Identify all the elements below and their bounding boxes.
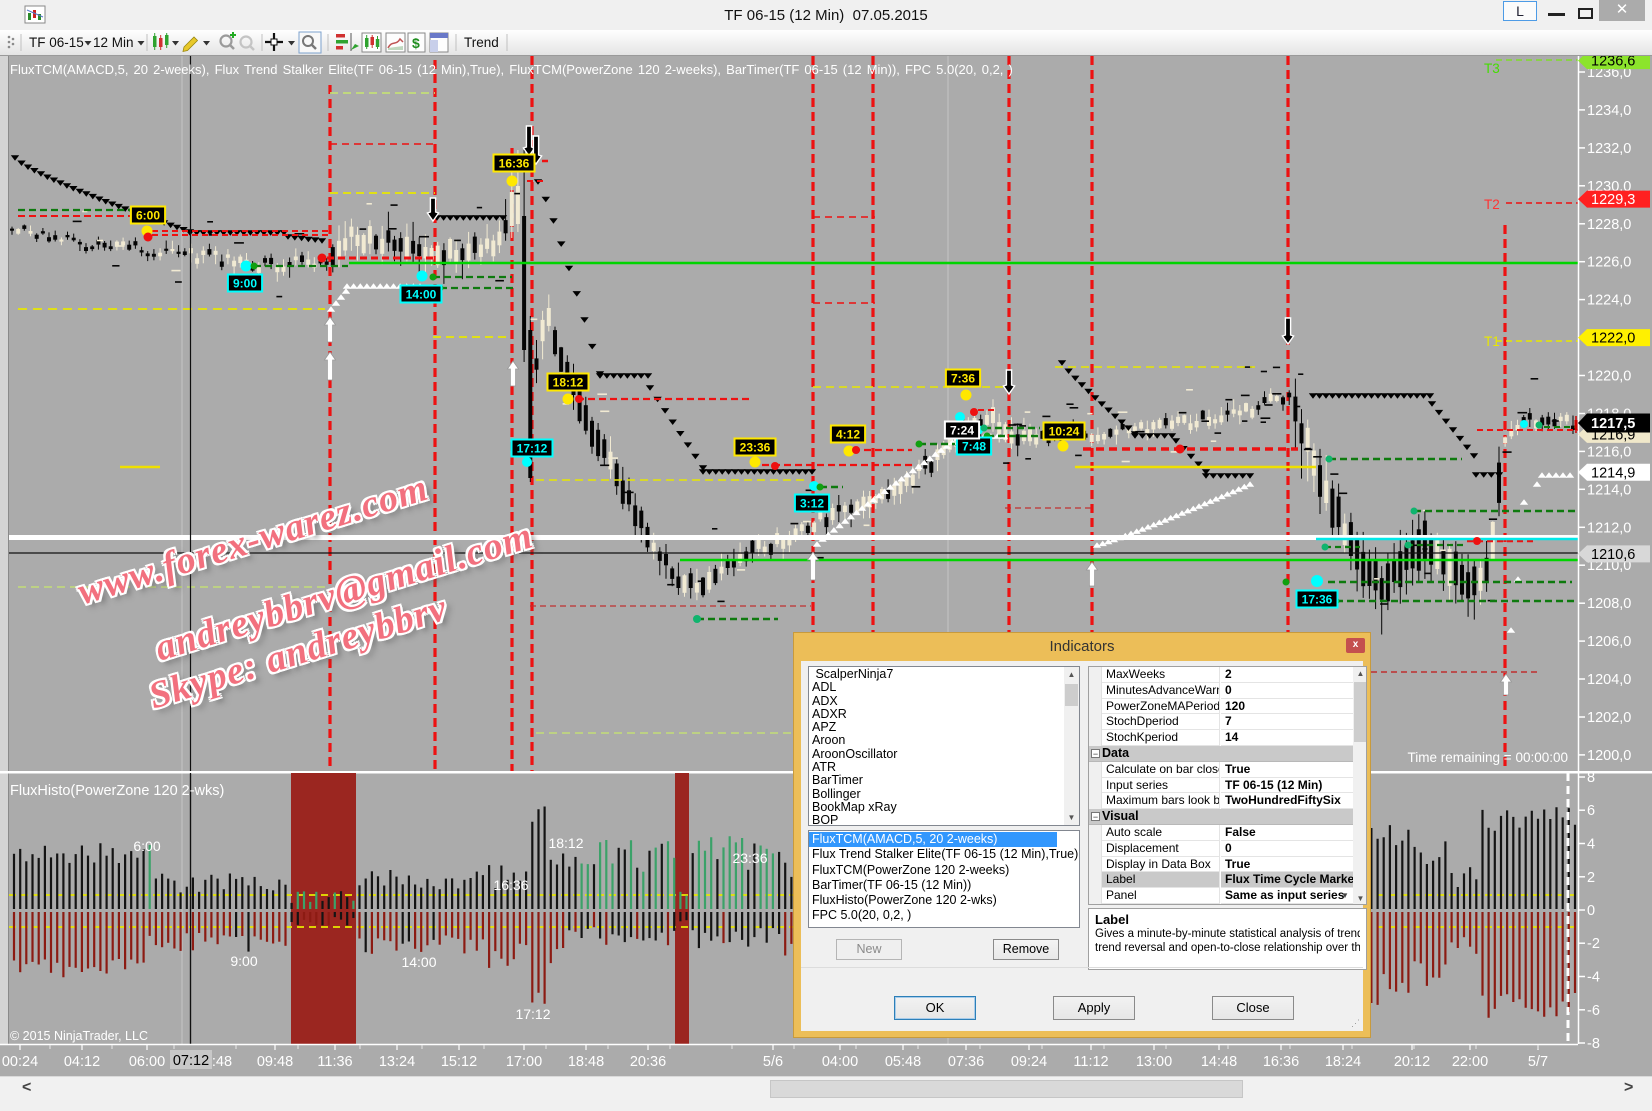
svg-text:5/7: 5/7 bbox=[1528, 1054, 1548, 1070]
svg-text:14:00: 14:00 bbox=[401, 954, 436, 970]
svg-text:7:48: 7:48 bbox=[962, 440, 986, 454]
svg-text:6:00: 6:00 bbox=[133, 838, 160, 854]
svg-text:1232,0: 1232,0 bbox=[1587, 141, 1631, 157]
svg-text:1200,0: 1200,0 bbox=[1587, 748, 1631, 764]
svg-text:14:48: 14:48 bbox=[1201, 1054, 1237, 1070]
svg-text:1236,6: 1236,6 bbox=[1591, 56, 1635, 70]
svg-text:13:24: 13:24 bbox=[379, 1054, 415, 1070]
svg-text:22:00: 22:00 bbox=[1452, 1054, 1488, 1070]
svg-text:17:36: 17:36 bbox=[1302, 593, 1333, 607]
svg-text:14:00: 14:00 bbox=[406, 288, 437, 302]
svg-text:09:24: 09:24 bbox=[1011, 1054, 1047, 1070]
svg-text:1222,0: 1222,0 bbox=[1591, 331, 1635, 347]
svg-text:T3: T3 bbox=[1484, 61, 1500, 76]
svg-text:FluxTCM(AMACD,5, 20 2-weeks),: FluxTCM(AMACD,5, 20 2-weeks), Flux Trend… bbox=[10, 62, 1013, 77]
svg-text:1229,3: 1229,3 bbox=[1591, 192, 1635, 208]
svg-text:17:00: 17:00 bbox=[506, 1054, 542, 1070]
svg-text:7:24: 7:24 bbox=[950, 424, 974, 438]
svg-text:T2: T2 bbox=[1484, 197, 1500, 212]
svg-text:09:48: 09:48 bbox=[257, 1054, 293, 1070]
svg-text:-8: -8 bbox=[1587, 1036, 1600, 1052]
svg-text:1214,9: 1214,9 bbox=[1591, 465, 1635, 481]
svg-text:07:36: 07:36 bbox=[948, 1054, 984, 1070]
svg-text:1210,6: 1210,6 bbox=[1591, 547, 1635, 563]
svg-text:FluxHisto(PowerZone 120 2-wks): FluxHisto(PowerZone 120 2-wks) bbox=[10, 783, 224, 799]
svg-text:13:00: 13:00 bbox=[1136, 1054, 1172, 1070]
svg-text:00:24: 00:24 bbox=[2, 1054, 38, 1070]
svg-text:3:12: 3:12 bbox=[800, 497, 824, 511]
svg-text:© 2015 NinjaTrader, LLC: © 2015 NinjaTrader, LLC bbox=[10, 1029, 148, 1043]
svg-text:-6: -6 bbox=[1587, 1003, 1600, 1019]
svg-text:16:36: 16:36 bbox=[499, 157, 530, 171]
svg-text:18:12: 18:12 bbox=[553, 376, 584, 390]
svg-text::48: :48 bbox=[212, 1054, 232, 1070]
svg-text:11:12: 11:12 bbox=[1073, 1054, 1108, 1070]
svg-text:16:36: 16:36 bbox=[493, 877, 528, 893]
svg-text:05:48: 05:48 bbox=[885, 1054, 921, 1070]
svg-text:07:12: 07:12 bbox=[173, 1053, 209, 1069]
svg-text:10:24: 10:24 bbox=[1049, 425, 1080, 439]
svg-text:1212,0: 1212,0 bbox=[1587, 520, 1631, 536]
svg-text:4: 4 bbox=[1587, 837, 1595, 853]
svg-text:11:36: 11:36 bbox=[317, 1054, 352, 1070]
svg-text:Time remaining = 00:00:00: Time remaining = 00:00:00 bbox=[1408, 750, 1568, 765]
svg-text:5/6: 5/6 bbox=[763, 1054, 783, 1070]
svg-text:9:00: 9:00 bbox=[233, 277, 257, 291]
svg-text:-4: -4 bbox=[1587, 970, 1600, 986]
svg-text:20:36: 20:36 bbox=[630, 1054, 666, 1070]
svg-text:9:00: 9:00 bbox=[230, 953, 257, 969]
svg-text:1234,0: 1234,0 bbox=[1587, 103, 1631, 119]
svg-text:18:24: 18:24 bbox=[1325, 1054, 1361, 1070]
svg-text:4:12: 4:12 bbox=[836, 428, 860, 442]
svg-text:15:12: 15:12 bbox=[441, 1054, 477, 1070]
svg-text:18:48: 18:48 bbox=[568, 1054, 604, 1070]
svg-text:$: $ bbox=[412, 35, 420, 51]
svg-text:17:12: 17:12 bbox=[515, 1006, 550, 1022]
svg-text:T1: T1 bbox=[1484, 334, 1500, 349]
svg-text:23:36: 23:36 bbox=[740, 441, 771, 455]
svg-text:Trend: Trend bbox=[464, 35, 499, 50]
svg-text:06:00: 06:00 bbox=[129, 1054, 165, 1070]
svg-text:6: 6 bbox=[1587, 803, 1595, 819]
svg-text:2: 2 bbox=[1587, 870, 1595, 886]
svg-text:-2: -2 bbox=[1587, 936, 1600, 952]
svg-text:TF 06-15: TF 06-15 bbox=[29, 35, 84, 50]
svg-text:1217,5: 1217,5 bbox=[1591, 416, 1635, 432]
svg-text:1202,0: 1202,0 bbox=[1587, 710, 1631, 726]
svg-text:1216,0: 1216,0 bbox=[1587, 444, 1631, 460]
svg-text:6:00: 6:00 bbox=[136, 209, 160, 223]
svg-text:12 Min: 12 Min bbox=[93, 35, 134, 50]
svg-text:1224,0: 1224,0 bbox=[1587, 293, 1631, 309]
svg-text:8: 8 bbox=[1587, 770, 1595, 786]
svg-text:04:12: 04:12 bbox=[64, 1054, 100, 1070]
svg-text:18:12: 18:12 bbox=[548, 835, 583, 851]
svg-text:1226,0: 1226,0 bbox=[1587, 255, 1631, 271]
svg-text:04:00: 04:00 bbox=[822, 1054, 858, 1070]
svg-text:16:36: 16:36 bbox=[1263, 1054, 1299, 1070]
svg-text:1214,0: 1214,0 bbox=[1587, 482, 1631, 498]
svg-text:1220,0: 1220,0 bbox=[1587, 369, 1631, 385]
svg-text:1228,0: 1228,0 bbox=[1587, 217, 1631, 233]
svg-text:23:36: 23:36 bbox=[732, 850, 767, 866]
svg-text:0: 0 bbox=[1587, 903, 1595, 919]
svg-text:1206,0: 1206,0 bbox=[1587, 634, 1631, 650]
svg-text:1208,0: 1208,0 bbox=[1587, 596, 1631, 612]
svg-text:1204,0: 1204,0 bbox=[1587, 672, 1631, 688]
svg-text:7:36: 7:36 bbox=[951, 372, 975, 386]
svg-text:20:12: 20:12 bbox=[1394, 1054, 1430, 1070]
